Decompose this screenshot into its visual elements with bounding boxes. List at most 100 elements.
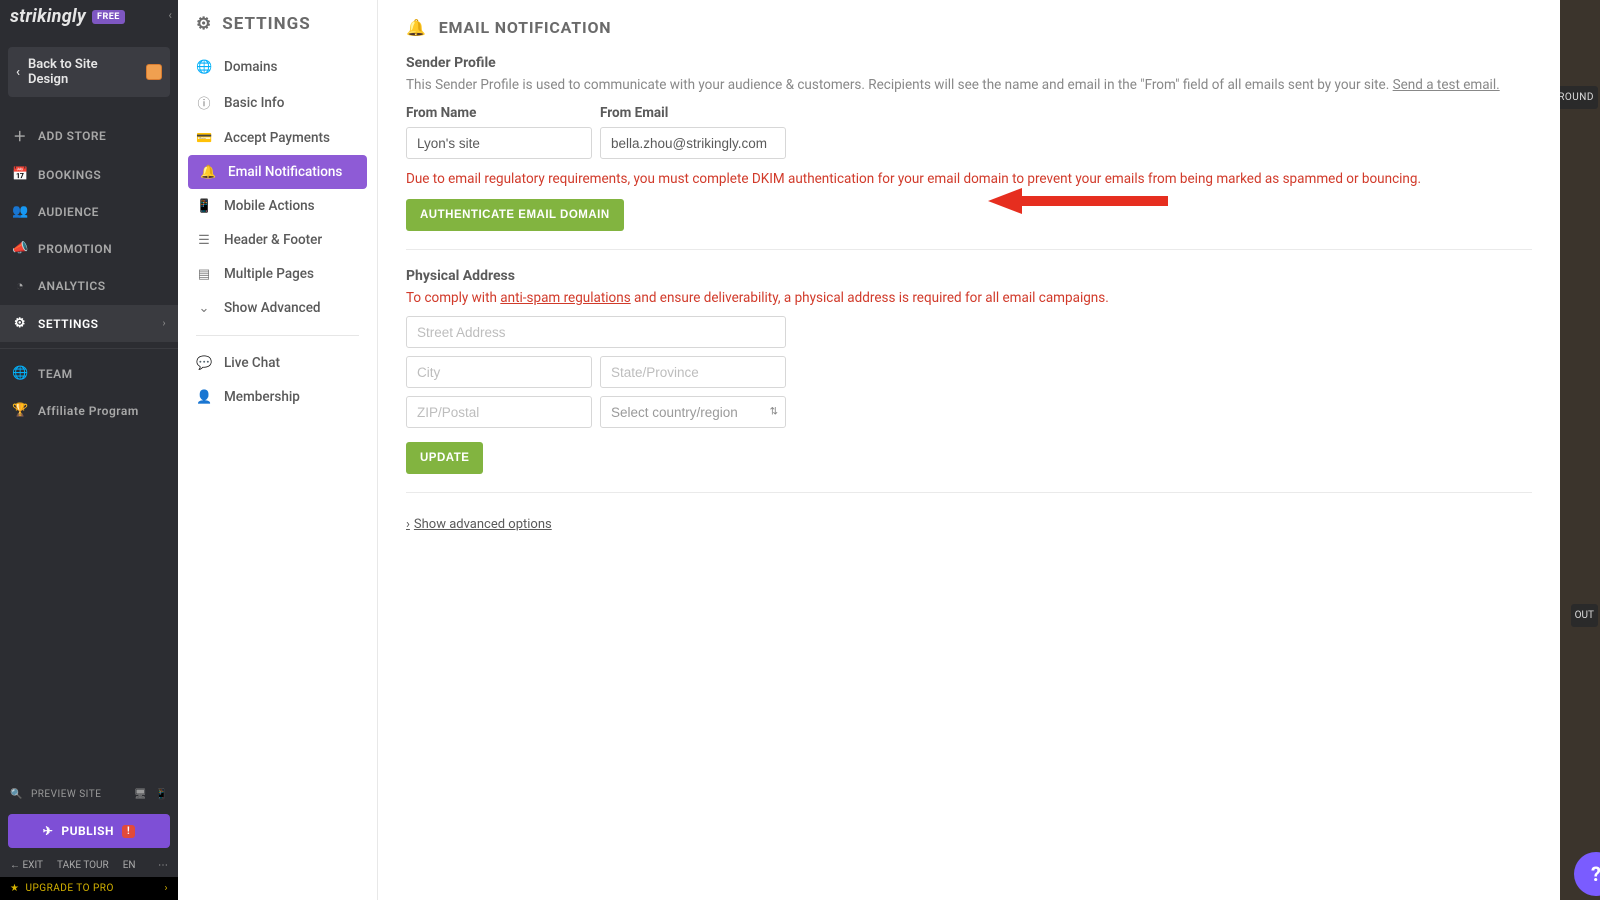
nav-analytics[interactable]: ◔ ANALYTICS	[0, 267, 178, 305]
authenticate-email-domain-button[interactable]: AUTHENTICATE EMAIL DOMAIN	[406, 199, 624, 231]
nav-promotion[interactable]: 📣 PROMOTION	[0, 230, 178, 267]
section-divider	[406, 492, 1532, 493]
language-toggle[interactable]: EN	[123, 860, 136, 871]
send-test-email-link[interactable]: Send a test email.	[1393, 77, 1500, 93]
analytics-icon: ◔	[12, 278, 28, 294]
team-icon: 🌐	[12, 366, 28, 381]
settings-header-footer[interactable]: ☰Header & Footer	[178, 223, 377, 257]
nav-label: TEAM	[38, 367, 73, 381]
settings-subpanel: ⚙ SETTINGS 🌐Domains ⓘBasic Info 💳Accept …	[178, 0, 378, 900]
site-thumbnail-icon	[146, 64, 162, 80]
main-content: 🔔 EMAIL NOTIFICATION Sender Profile This…	[378, 0, 1560, 900]
settings-list: 🌐Domains ⓘBasic Info 💳Accept Payments 🔔E…	[178, 50, 377, 414]
mobile-icon: 📱	[196, 199, 212, 214]
nav-affiliate[interactable]: 🏆 Affiliate Program	[0, 392, 178, 429]
audience-icon: 👥	[12, 204, 28, 219]
editor-nav: ＋ ADD STORE 📅 BOOKINGS 👥 AUDIENCE 📣 PROM…	[0, 115, 178, 429]
mobile-preview-icon[interactable]: 📱	[155, 789, 168, 800]
background-round-button[interactable]: ROUND	[1560, 86, 1598, 109]
nav-label: SETTINGS	[38, 317, 99, 331]
nav-bookings[interactable]: 📅 BOOKINGS	[0, 156, 178, 193]
nav-label: PROMOTION	[38, 242, 112, 256]
card-icon: 💳	[196, 131, 212, 146]
background-out-button[interactable]: OUT	[1571, 604, 1598, 627]
settings-membership[interactable]: 👤Membership	[178, 380, 377, 414]
editor-sidebar: strikingly FREE ‹ ‹ Back to Site Design …	[0, 0, 178, 900]
settings-live-chat[interactable]: 💬Live Chat	[178, 346, 377, 380]
show-advanced-options-link[interactable]: › Show advanced options	[406, 517, 552, 532]
layout-icon: ☰	[196, 233, 212, 248]
zip-input[interactable]	[406, 396, 592, 428]
preview-label[interactable]: PREVIEW SITE	[31, 789, 101, 800]
bottom-bar: ← EXIT TAKE TOUR EN ⋯	[0, 854, 178, 877]
desktop-preview-icon[interactable]: 🖥	[134, 789, 147, 800]
back-to-site-design-button[interactable]: ‹ Back to Site Design	[8, 47, 170, 97]
city-input[interactable]	[406, 356, 592, 388]
settings-email-notifications[interactable]: 🔔Email Notifications	[188, 155, 367, 189]
bell-icon: 🔔	[200, 165, 216, 180]
settings-mobile-actions[interactable]: 📱Mobile Actions	[178, 189, 377, 223]
take-tour-button[interactable]: TAKE TOUR	[57, 860, 109, 871]
chevron-right-icon: ›	[162, 318, 166, 329]
globe-icon: 🌐	[196, 60, 212, 75]
collapse-sidebar-icon[interactable]: ‹	[168, 8, 172, 22]
add-store-icon: ＋	[12, 126, 28, 145]
settings-multiple-pages[interactable]: ▤Multiple Pages	[178, 257, 377, 291]
chevron-right-icon: ›	[406, 517, 410, 532]
from-name-label: From Name	[406, 105, 592, 121]
publish-button[interactable]: ✈ PUBLISH !	[8, 814, 170, 848]
more-menu-icon[interactable]: ⋯	[158, 860, 168, 871]
from-name-input[interactable]	[406, 127, 592, 159]
back-label: Back to Site Design	[28, 57, 138, 87]
brand-logo: strikingly	[10, 6, 86, 27]
promotion-icon: 📣	[12, 241, 28, 256]
annotation-arrow-icon	[988, 188, 1168, 214]
chevron-down-icon: ⌄	[196, 301, 212, 316]
settings-show-advanced[interactable]: ⌄Show Advanced	[178, 291, 377, 325]
upgrade-label: UPGRADE TO PRO	[25, 883, 113, 894]
update-button[interactable]: UPDATE	[406, 442, 483, 474]
anti-spam-regulations-link[interactable]: anti-spam regulations	[500, 290, 630, 306]
nav-audience[interactable]: 👥 AUDIENCE	[0, 193, 178, 230]
chat-icon: 💬	[196, 356, 212, 371]
from-email-input[interactable]	[600, 127, 786, 159]
state-input[interactable]	[600, 356, 786, 388]
country-select[interactable]: Select country/region	[600, 396, 786, 428]
user-icon: 👤	[196, 390, 212, 405]
chevron-right-icon: ›	[164, 883, 168, 894]
nav-label: ADD STORE	[38, 129, 106, 143]
plan-badge: FREE	[92, 10, 125, 24]
sidebar-footer: 🔍 PREVIEW SITE 🖥 📱 ✈ PUBLISH ! ← EXIT TA…	[0, 781, 178, 900]
sender-fields-row: From Name From Email	[406, 105, 1532, 159]
page-heading: 🔔 EMAIL NOTIFICATION	[406, 18, 1532, 37]
sender-profile-title: Sender Profile	[406, 55, 1532, 71]
pages-icon: ▤	[196, 267, 212, 282]
settings-basic-info[interactable]: ⓘBasic Info	[178, 84, 377, 121]
publish-label: PUBLISH	[61, 824, 114, 838]
street-address-input[interactable]	[406, 316, 786, 348]
nav-label: Affiliate Program	[38, 404, 139, 418]
nav-settings[interactable]: ⚙ SETTINGS ›	[0, 305, 178, 342]
help-bubble-button[interactable]: ?	[1574, 852, 1600, 896]
bell-icon: 🔔	[406, 18, 427, 37]
info-icon: ⓘ	[196, 93, 212, 112]
brand-row: strikingly FREE	[0, 0, 178, 31]
nav-divider	[0, 348, 178, 349]
settings-title: ⚙ SETTINGS	[178, 14, 377, 46]
physical-address-title: Physical Address	[406, 268, 1532, 284]
settings-accept-payments[interactable]: 💳Accept Payments	[178, 121, 377, 155]
nav-label: AUDIENCE	[38, 205, 99, 219]
publish-alert-badge: !	[122, 825, 135, 838]
search-icon[interactable]: 🔍	[10, 789, 23, 800]
background-page-strip: ROUND OUT ?	[1560, 0, 1600, 900]
nav-team[interactable]: 🌐 TEAM	[0, 355, 178, 392]
nav-label: BOOKINGS	[38, 168, 101, 182]
exit-button[interactable]: ← EXIT	[10, 860, 43, 871]
country-select-wrap: Select country/region ⇅	[600, 396, 786, 428]
paper-plane-icon: ✈	[43, 824, 54, 838]
bookings-icon: 📅	[12, 167, 28, 182]
nav-label: ANALYTICS	[38, 279, 106, 293]
settings-domains[interactable]: 🌐Domains	[178, 50, 377, 84]
upgrade-banner[interactable]: ★ UPGRADE TO PRO ›	[0, 877, 178, 900]
nav-add-store[interactable]: ＋ ADD STORE	[0, 115, 178, 156]
